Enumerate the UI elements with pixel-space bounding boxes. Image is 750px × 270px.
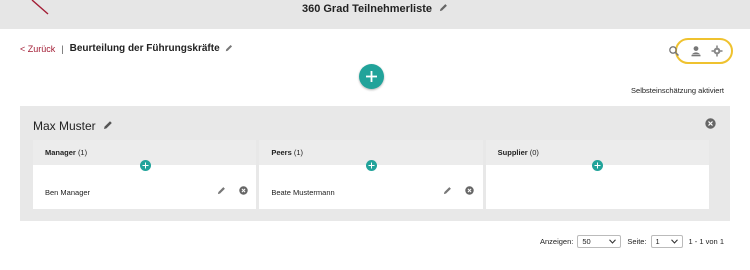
page-size-value: 50 [582, 236, 591, 246]
search-icon[interactable] [668, 45, 680, 57]
group-peers: Peers (1) Beate Mustermann [259, 140, 483, 209]
self-assessment-note: Selbsteinschätzung aktiviert [631, 86, 724, 95]
page-value: 1 [655, 236, 660, 246]
page-range: 1 - 1 von 1 [688, 236, 724, 246]
pagination: Anzeigen: 50 Seite: 1 1 - 1 von 1 [540, 234, 724, 248]
page-header-title: 360 Grad Teilnehmerliste [301, 3, 432, 15]
edit-title-pencil-icon[interactable] [439, 0, 448, 18]
add-peer-button[interactable] [365, 160, 377, 171]
edit-participant-pencil-icon[interactable] [103, 117, 113, 135]
page-title: Beurteilung der Führungskräfte [69, 43, 220, 54]
toolbar-icons [665, 38, 745, 64]
add-participant-button[interactable] [359, 64, 384, 89]
edit-member-pencil-icon[interactable] [443, 186, 452, 195]
member-name: Beate Mustermann [271, 188, 335, 197]
add-manager-button[interactable] [139, 160, 151, 171]
group-label: Supplier [497, 148, 528, 157]
remove-participant-icon[interactable] [705, 118, 716, 129]
chevron-down-icon [609, 238, 617, 244]
plus-icon [594, 162, 601, 169]
header-title-row: 360 Grad Teilnehmerliste [0, 0, 750, 20]
top-bar: 360 Grad Teilnehmerliste [0, 0, 750, 29]
breadcrumb-separator: | [61, 44, 64, 54]
plus-icon [366, 71, 377, 82]
participant-name: Max Muster [33, 119, 96, 133]
settings-icon[interactable] [711, 45, 723, 57]
participant-name-row: Max Muster [33, 119, 113, 133]
group-label: Manager [45, 148, 76, 157]
edit-page-title-pencil-icon[interactable] [225, 43, 233, 55]
group-manager: Manager (1) Ben Manager [33, 140, 257, 209]
remove-member-icon[interactable] [465, 186, 475, 195]
chevron-down-icon [670, 238, 678, 244]
user-upload-icon[interactable] [690, 45, 702, 57]
edit-member-pencil-icon[interactable] [217, 186, 226, 195]
group-count: (1) [293, 148, 304, 157]
group-supplier: Supplier (0) [485, 140, 709, 209]
page-size-select[interactable]: 50 [577, 234, 622, 248]
member-name: Ben Manager [45, 188, 91, 197]
plus-icon [368, 162, 375, 169]
group-label: Peers [271, 148, 292, 157]
page-label: Seite: [627, 236, 647, 246]
rater-groups: Manager (1) Ben Manager Peers (1) Beate … [33, 140, 709, 209]
page-size-label: Anzeigen: [540, 236, 574, 246]
group-count: (0) [529, 148, 539, 157]
add-supplier-button[interactable] [592, 160, 604, 171]
highlight-ring [675, 38, 733, 64]
group-count: (1) [77, 148, 88, 157]
participant-card: Max Muster Manager (1) Ben Manager Peers [20, 106, 730, 221]
back-link[interactable]: < Zurück [20, 43, 55, 55]
remove-member-icon[interactable] [239, 186, 248, 195]
plus-icon [142, 162, 149, 169]
page-select[interactable]: 1 [650, 234, 683, 248]
breadcrumb: < Zurück | Beurteilung der Führungskräft… [20, 43, 233, 55]
